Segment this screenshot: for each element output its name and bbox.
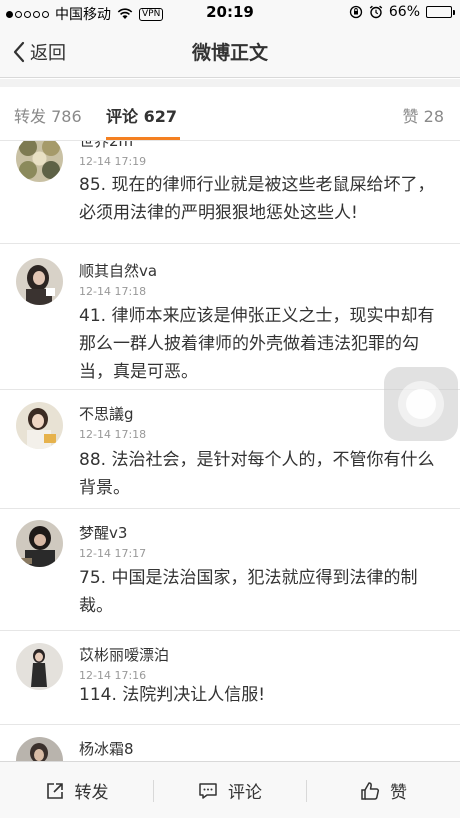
comment-username[interactable]: 杨冰霜8 — [79, 738, 134, 759]
repost-label: 转发 — [74, 783, 109, 803]
battery-icon — [426, 6, 455, 18]
comment-item[interactable]: 梦醒v3 12-14 17:17 75. 中国是法治国家，犯法就应得到法律的制裁… — [0, 509, 460, 631]
comment-username[interactable]: 梦醒v3 — [79, 522, 127, 543]
tab-bar: 转发 786 评论 627 赞 28 — [0, 79, 460, 141]
comment-username[interactable]: 不思議g — [79, 403, 134, 424]
alarm-icon — [369, 5, 383, 19]
avatar[interactable] — [16, 402, 63, 449]
comment-text: 85. 现在的律师行业就是被这些老鼠屎给坏了，必须用法律的严明狠狠地惩处这些人! — [79, 175, 435, 223]
assistive-touch-button[interactable] — [384, 367, 458, 441]
comment-text: 75. 中国是法治国家，犯法就应得到法律的制裁。 — [79, 568, 418, 616]
tab-comment[interactable]: 评论 627 — [106, 103, 177, 127]
avatar[interactable] — [16, 141, 63, 182]
comment-button[interactable]: 评论 — [154, 762, 306, 818]
comment-timestamp: 12-14 17:18 — [79, 285, 147, 298]
comment-icon — [199, 782, 217, 799]
repost-button[interactable]: 转发 — [0, 762, 153, 818]
comment-timestamp: 12-14 17:17 — [79, 547, 147, 560]
avatar[interactable] — [16, 737, 63, 761]
comment-username[interactable]: 世界2m — [79, 141, 133, 151]
rotation-lock-icon — [349, 5, 363, 19]
comment-item[interactable]: 杨冰霜8 — [0, 725, 460, 761]
tab-repost[interactable]: 转发 786 — [14, 103, 82, 127]
comment-list[interactable]: 世界2m 12-14 17:19 85. 现在的律师行业就是被这些老鼠屎给坏了，… — [0, 141, 460, 761]
bottom-toolbar: 转发 评论 赞 — [0, 761, 460, 818]
page-title: 微博正文 — [191, 42, 268, 64]
like-label: 赞 — [390, 783, 407, 803]
comment-timestamp: 12-14 17:18 — [79, 428, 147, 441]
comment-username[interactable]: 顺其自然va — [79, 260, 157, 281]
avatar[interactable] — [16, 258, 63, 305]
active-tab-indicator — [106, 137, 180, 140]
nav-bar: 返回 微博正文 — [0, 26, 460, 78]
avatar[interactable] — [16, 520, 63, 567]
tab-like[interactable]: 赞 28 — [403, 103, 444, 127]
comment-text: 114. 法院判决让人信服! — [79, 685, 266, 705]
status-bar: 中国移动 VPN 20:19 66% — [0, 0, 460, 26]
comment-timestamp: 12-14 17:19 — [79, 155, 147, 168]
comment-username[interactable]: 苡彬丽嗳漂泊 — [79, 644, 169, 665]
like-button[interactable]: 赞 — [307, 762, 460, 818]
thumbs-up-icon — [361, 781, 380, 800]
share-icon — [46, 782, 63, 799]
comment-item[interactable]: 顺其自然va 12-14 17:18 41. 律师本来应该是伸张正义之士，现实中… — [0, 244, 460, 390]
comment-item[interactable]: 世界2m 12-14 17:19 85. 现在的律师行业就是被这些老鼠屎给坏了，… — [0, 141, 460, 244]
avatar[interactable] — [16, 643, 63, 690]
comment-text: 88. 法治社会，是针对每个人的，不管你有什么背景。 — [79, 450, 435, 498]
battery-percent: 66% — [388, 4, 420, 20]
comment-item[interactable]: 苡彬丽嗳漂泊 12-14 17:16 114. 法院判决让人信服! — [0, 631, 460, 725]
comment-label: 评论 — [228, 783, 262, 803]
